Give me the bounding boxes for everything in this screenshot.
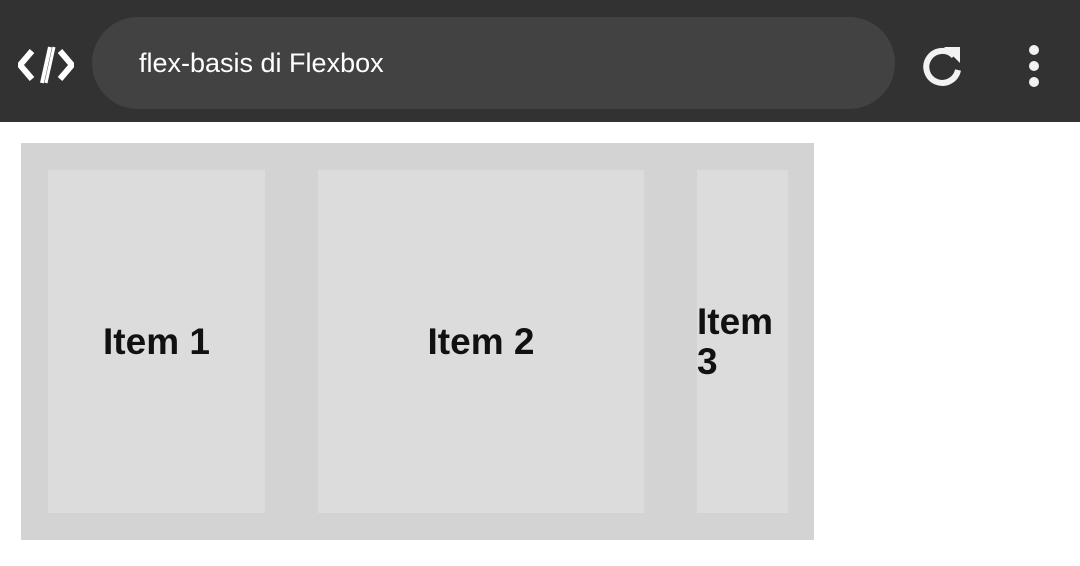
flex-item-label: Item 3 — [697, 300, 774, 382]
flex-item-2: Item 2 — [318, 170, 644, 513]
more-vert-icon[interactable] — [1020, 44, 1048, 88]
flex-item-1: Item 1 — [48, 170, 265, 513]
code-brackets-logo-icon — [16, 45, 76, 85]
flex-item-3: Item 3 — [697, 170, 788, 513]
url-text: flex-basis di Flexbox — [139, 48, 384, 78]
flex-item-label: Item 1 — [103, 320, 210, 362]
reload-icon[interactable] — [918, 43, 966, 89]
flex-container: Item 1 Item 2 Item 3 — [21, 143, 814, 540]
flex-item-label: Item 2 — [427, 320, 535, 362]
url-bar[interactable]: flex-basis di Flexbox — [92, 17, 895, 109]
browser-toolbar: flex-basis di Flexbox — [0, 0, 1080, 122]
